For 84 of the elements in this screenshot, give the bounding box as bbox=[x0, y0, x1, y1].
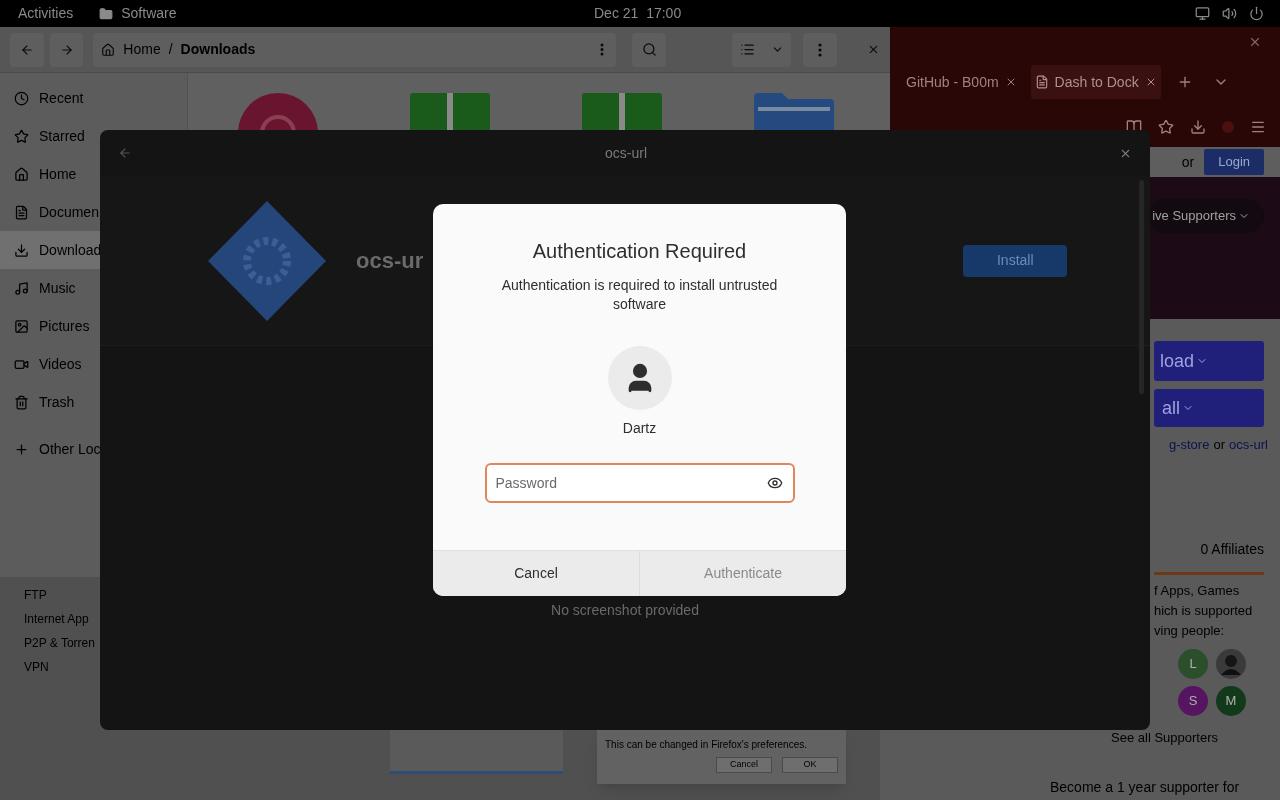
more-icon bbox=[818, 42, 823, 57]
archive-icon bbox=[410, 93, 490, 130]
power-icon[interactable] bbox=[1249, 6, 1264, 21]
more-icon[interactable] bbox=[600, 43, 605, 56]
dialog-button[interactable]: Cancel bbox=[433, 551, 639, 596]
download-icon bbox=[14, 242, 29, 258]
user-name: Dartz bbox=[622, 419, 657, 438]
text: or bbox=[1181, 152, 1195, 172]
list-icon bbox=[739, 42, 755, 57]
document-icon bbox=[14, 204, 29, 220]
sidebar-item[interactable]: Recent bbox=[0, 79, 187, 117]
avatar[interactable]: M bbox=[1216, 685, 1246, 716]
browser-tab[interactable]: GitHub - B00m bbox=[902, 65, 1021, 99]
text: Become a 1 year supporter for bbox=[1050, 778, 1240, 797]
back-icon bbox=[19, 42, 34, 57]
path-separator: / bbox=[168, 40, 173, 59]
sidebar-item[interactable]: Starred bbox=[0, 117, 187, 155]
sidebar-item[interactable]: Other Loc bbox=[0, 430, 187, 468]
home-icon bbox=[101, 42, 116, 57]
menu-icon[interactable] bbox=[1250, 119, 1266, 135]
download-icon[interactable] bbox=[1190, 119, 1206, 135]
category-item[interactable]: Internet App bbox=[24, 610, 95, 628]
forward-icon bbox=[59, 42, 74, 57]
app-menu[interactable]: Software bbox=[121, 3, 177, 24]
plus-icon bbox=[14, 441, 29, 457]
package-icon bbox=[238, 93, 318, 130]
avatar[interactable]: S bbox=[1178, 685, 1208, 716]
search-button[interactable] bbox=[632, 32, 667, 67]
install-button[interactable]: Install bbox=[963, 244, 1068, 277]
sidebar-item[interactable]: Trash bbox=[0, 383, 187, 421]
sidebar-item[interactable]: Home bbox=[0, 155, 187, 193]
category-item[interactable]: P2P & Torren bbox=[24, 634, 95, 652]
dialog-message: Authentication is required to install untrusted software bbox=[500, 276, 779, 314]
avatar[interactable]: L bbox=[1178, 648, 1208, 679]
volume-icon[interactable] bbox=[1222, 6, 1237, 21]
supporters-dropdown[interactable]: ive Supporters bbox=[1148, 199, 1264, 233]
trash-icon bbox=[14, 394, 29, 410]
image-icon bbox=[14, 318, 29, 334]
breadcrumb-item[interactable]: Downloads bbox=[180, 39, 256, 60]
folder-icon bbox=[754, 93, 834, 130]
breadcrumb-item[interactable]: Home bbox=[123, 39, 161, 60]
text: f Apps, Games bbox=[1154, 581, 1241, 600]
page-icon bbox=[1034, 75, 1049, 89]
close-icon[interactable] bbox=[1248, 35, 1262, 49]
password-field[interactable]: Password bbox=[484, 463, 795, 503]
text: hich is supported bbox=[1154, 601, 1254, 620]
see-all-link[interactable]: See all Supporters bbox=[1111, 727, 1218, 747]
login-button[interactable]: Login bbox=[1204, 149, 1264, 175]
back-icon[interactable] bbox=[118, 146, 132, 160]
network-icon[interactable] bbox=[1195, 6, 1210, 21]
home-icon bbox=[14, 166, 29, 182]
music-icon bbox=[14, 280, 29, 296]
link[interactable]: g-store bbox=[1168, 435, 1210, 455]
close-icon[interactable] bbox=[867, 43, 880, 56]
search-icon bbox=[641, 42, 657, 57]
prompt-button[interactable]: OK bbox=[782, 757, 838, 773]
affiliates-count: 0 Affiliates bbox=[1200, 539, 1264, 559]
sidebar-item[interactable]: Videos bbox=[0, 345, 187, 383]
sidebar-item[interactable]: Pictures bbox=[0, 307, 187, 345]
dialog-title: ocs-url bbox=[605, 143, 647, 163]
download-button[interactable]: load bbox=[1154, 341, 1264, 381]
link[interactable]: ocs-url bbox=[1229, 435, 1268, 455]
sidebar-item[interactable]: Documen bbox=[0, 193, 187, 231]
install-button[interactable]: all bbox=[1154, 389, 1264, 427]
dialog-title: Authentication Required bbox=[532, 239, 747, 264]
app-icon bbox=[208, 200, 326, 321]
text: or bbox=[1213, 436, 1225, 454]
show-password-icon[interactable] bbox=[766, 475, 783, 491]
prompt-button[interactable]: Cancel bbox=[716, 757, 772, 773]
clock[interactable]: Dec 21 17:00 bbox=[594, 3, 682, 24]
folder-icon bbox=[99, 6, 114, 21]
archive-icon bbox=[582, 93, 662, 130]
app-name: ocs-ur bbox=[356, 247, 424, 275]
sidebar-item[interactable]: Music bbox=[0, 269, 187, 307]
activities-button[interactable]: Activities bbox=[18, 3, 74, 24]
no-screenshot-text: No screenshot provided bbox=[551, 601, 699, 620]
category-item[interactable]: FTP bbox=[24, 586, 95, 604]
star-icon bbox=[14, 128, 29, 144]
browser-tab[interactable]: Dash to Dock bbox=[1030, 65, 1161, 99]
prompt-message: This can be changed in Firefox's preferences. bbox=[605, 738, 809, 752]
category-item[interactable]: VPN bbox=[24, 658, 95, 676]
clock-icon bbox=[14, 90, 29, 106]
bookmark-icon[interactable] bbox=[1158, 119, 1174, 135]
text: ving people: bbox=[1154, 621, 1226, 640]
